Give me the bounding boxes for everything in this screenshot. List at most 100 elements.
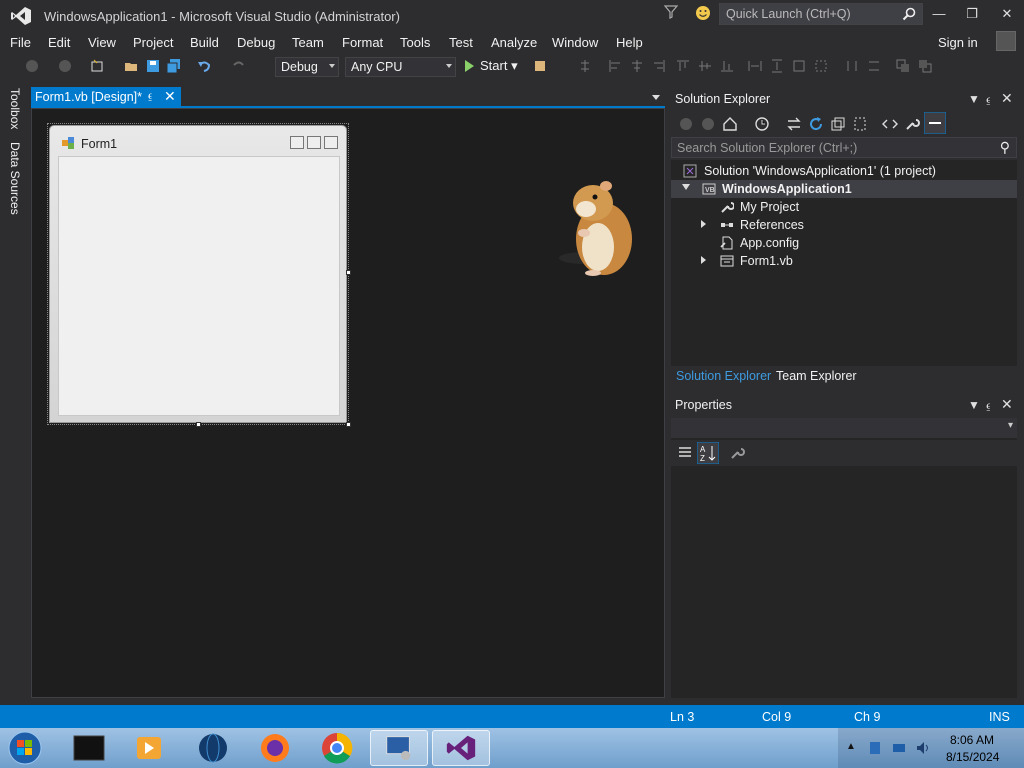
firefox-icon[interactable] [246, 730, 304, 766]
close-tab-icon[interactable]: ✕ [164, 88, 176, 105]
navigate-forward-icon[interactable] [58, 59, 72, 73]
pane-pin-icon[interactable]: ⍷ [985, 92, 992, 107]
tree-item-form1[interactable]: Form1.vb [671, 252, 1017, 270]
form-designer-surface[interactable]: Form1 [31, 108, 665, 698]
redo-icon[interactable] [232, 59, 246, 73]
pane-options-icon[interactable]: ▼ [968, 398, 980, 412]
clock-date[interactable]: 8/15/2024 [946, 750, 999, 764]
resize-handle-bottom[interactable] [196, 422, 201, 427]
menu-help[interactable]: Help [616, 35, 643, 50]
toolbox-tab[interactable]: Toolbox [8, 88, 22, 129]
categorized-icon[interactable] [677, 445, 693, 461]
align-middles-icon[interactable] [698, 59, 712, 73]
align-centers-icon[interactable] [630, 59, 644, 73]
solution-explorer-search-input[interactable]: Search Solution Explorer (Ctrl+;) ⚲ [671, 137, 1017, 158]
vertical-spacing-icon[interactable] [867, 59, 881, 73]
menu-window[interactable]: Window [552, 35, 598, 50]
pane-pin-icon[interactable]: ⍷ [985, 398, 992, 413]
close-window-button[interactable]: ✕ [996, 5, 1018, 23]
data-sources-tab[interactable]: Data Sources [8, 142, 22, 215]
quick-launch-input[interactable]: Quick Launch (Ctrl+Q) [719, 3, 923, 25]
collapsed-arrow-icon[interactable] [701, 256, 706, 264]
pane-close-icon[interactable]: ✕ [1001, 90, 1013, 107]
new-project-icon[interactable] [90, 59, 104, 73]
navigate-back-icon[interactable] [25, 59, 39, 73]
align-bottoms-icon[interactable] [720, 59, 734, 73]
align-tops-icon[interactable] [676, 59, 690, 73]
tray-app-icon[interactable] [868, 741, 882, 755]
align-rights-icon[interactable] [652, 59, 666, 73]
properties-wrench-icon[interactable] [904, 116, 920, 132]
expanded-arrow-icon[interactable] [682, 184, 690, 190]
collapsed-arrow-icon[interactable] [701, 220, 706, 228]
pin-icon[interactable]: ⍷ [147, 90, 154, 103]
resize-handle-corner[interactable] [346, 422, 351, 427]
find-in-files-icon[interactable] [533, 59, 547, 73]
view-code-icon[interactable] [882, 116, 898, 132]
volume-icon[interactable] [916, 741, 930, 755]
tree-item-my-project[interactable]: My Project [671, 198, 1017, 216]
refresh-icon[interactable] [808, 116, 824, 132]
menu-tools[interactable]: Tools [400, 35, 430, 50]
network-globe-icon[interactable] [184, 730, 242, 766]
tree-item-solution[interactable]: Solution 'WindowsApplication1' (1 projec… [671, 162, 1017, 180]
menu-format[interactable]: Format [342, 35, 383, 50]
home-icon[interactable] [722, 116, 738, 132]
sync-icon[interactable] [786, 116, 802, 132]
menu-file[interactable]: File [10, 35, 31, 50]
alphabetical-icon[interactable]: AZ [697, 442, 719, 464]
show-hidden-icons-icon[interactable]: ▲ [846, 741, 860, 755]
terminal-app-icon[interactable] [60, 730, 118, 766]
search-icon[interactable]: ⚲ [1000, 139, 1010, 156]
sign-in-link[interactable]: Sign in [938, 35, 978, 50]
make-same-width-icon[interactable] [748, 59, 762, 73]
search-icon[interactable] [902, 7, 916, 21]
visual-studio-icon[interactable] [432, 730, 490, 766]
solution-configuration-dropdown[interactable]: Debug [275, 57, 339, 77]
network-icon[interactable] [892, 741, 906, 755]
minimize-button[interactable]: — [928, 5, 950, 23]
feedback-smiley-icon[interactable] [695, 5, 711, 21]
save-icon[interactable] [146, 59, 160, 73]
align-lefts-icon[interactable] [608, 59, 622, 73]
horizontal-spacing-icon[interactable] [845, 59, 859, 73]
send-to-back-icon[interactable] [918, 59, 932, 73]
tab-team-explorer[interactable]: Team Explorer [776, 369, 857, 383]
menu-analyze[interactable]: Analyze [491, 35, 537, 50]
object-selector-dropdown[interactable]: ▾ [671, 418, 1017, 438]
restore-button[interactable]: ❐ [961, 5, 983, 23]
media-player-icon[interactable] [120, 730, 178, 766]
clock-time[interactable]: 8:06 AM [950, 733, 994, 747]
size-to-grid-icon[interactable] [814, 59, 828, 73]
bring-to-front-icon[interactable] [896, 59, 910, 73]
tree-item-project[interactable]: VB WindowsApplication1 [671, 180, 1017, 198]
save-all-icon[interactable] [167, 59, 181, 73]
menu-view[interactable]: View [88, 35, 116, 50]
chrome-icon[interactable] [308, 730, 366, 766]
make-same-size-icon[interactable] [792, 59, 806, 73]
collapse-all-icon[interactable] [830, 116, 846, 132]
menu-project[interactable]: Project [133, 35, 173, 50]
tree-item-app-config[interactable]: App.config [671, 234, 1017, 252]
form-client-area[interactable] [58, 156, 340, 416]
account-icon[interactable] [996, 31, 1016, 51]
resize-handle-right[interactable] [346, 270, 351, 275]
remote-desktop-icon[interactable] [370, 730, 428, 766]
menu-build[interactable]: Build [190, 35, 219, 50]
property-pages-wrench-icon[interactable] [729, 445, 745, 461]
form1-window[interactable]: Form1 [49, 125, 347, 423]
menu-test[interactable]: Test [449, 35, 473, 50]
open-file-icon[interactable] [124, 59, 138, 73]
document-list-dropdown-icon[interactable] [652, 95, 660, 100]
pending-changes-filter-icon[interactable] [754, 116, 770, 132]
forward-icon[interactable] [700, 116, 716, 132]
solution-platform-dropdown[interactable]: Any CPU [345, 57, 456, 77]
notification-flag-icon[interactable] [664, 5, 678, 19]
menu-debug[interactable]: Debug [237, 35, 275, 50]
tab-form1-design[interactable]: Form1.vb [Design]* ⍷ ✕ [31, 87, 181, 107]
undo-icon[interactable] [197, 59, 211, 73]
form-selection-frame[interactable]: Form1 [47, 123, 349, 425]
back-icon[interactable] [678, 116, 694, 132]
pane-options-icon[interactable]: ▼ [968, 92, 980, 106]
make-same-height-icon[interactable] [770, 59, 784, 73]
